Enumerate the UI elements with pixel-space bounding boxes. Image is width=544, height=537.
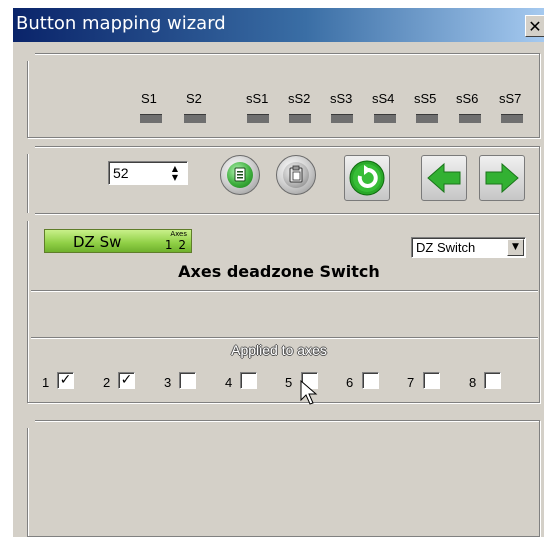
function-dropdown-value: DZ Switch [416,240,476,255]
spinner-value[interactable]: 52 [113,165,129,181]
arrow-right-icon [485,162,519,194]
function-axes-numbers: 1 2 [164,238,187,252]
bottom-empty-group [27,420,540,537]
shift-label: sS4 [372,91,395,106]
axis-checkbox[interactable]: ✓ [57,372,74,389]
shift-indicator [247,114,269,123]
title-bar[interactable]: Button mapping wizard ✕ [13,8,544,42]
close-button[interactable]: ✕ [525,15,544,37]
shift-indicator [140,114,162,123]
function-dropdown[interactable]: DZ Switch ▼ [411,237,526,258]
shift-label: sS6 [456,91,479,106]
shift-label: sS7 [499,91,522,106]
axis-checkbox[interactable] [423,372,440,389]
arrow-left-icon [427,162,461,194]
window-title: Button mapping wizard [16,13,226,34]
spinner-up-arrow-icon[interactable]: ▲ [169,164,181,173]
shift-label: sS5 [414,91,437,106]
close-icon: ✕ [528,16,542,36]
shift-indicator [416,114,438,123]
paste-icon [283,162,309,188]
chevron-down-icon[interactable]: ▼ [507,239,524,256]
shift-indicator [501,114,523,123]
paste-button[interactable] [276,155,316,195]
axis-number: 3 [164,375,172,390]
button-mapping-wizard-window: Button mapping wizard ✕ S1 S2 sS1 sS2 sS3 sS4… [12,8,544,537]
shift-indicator [459,114,481,123]
axis-checkbox[interactable] [484,372,501,389]
shift-label: sS2 [288,91,311,106]
divider [31,337,538,339]
shift-indicator [184,114,206,123]
axis-number: 2 [103,375,111,390]
button-number-spinner[interactable]: 52 ▲ ▼ [108,161,188,185]
mouse-cursor-icon [300,380,318,405]
spinner-down-arrow-icon[interactable]: ▼ [169,173,181,182]
shift-label: S1 [141,91,157,106]
axis-number: 1 [42,375,50,390]
shift-label: sS1 [246,91,269,106]
copy-icon [227,162,253,188]
function-axes-caption: Axes [170,230,187,238]
axis-number: 5 [285,375,293,390]
function-title: Axes deadzone Switch [178,262,380,281]
shift-label: sS3 [330,91,353,106]
function-button[interactable]: DZ Sw Axes 1 2 [44,229,192,253]
previous-button[interactable] [421,155,467,201]
reset-button[interactable] [344,155,390,201]
axis-checkbox[interactable] [362,372,379,389]
shift-indicator [374,114,396,123]
copy-button[interactable] [220,155,260,195]
axis-number: 7 [407,375,415,390]
axis-number: 6 [346,375,354,390]
divider [31,290,538,292]
applied-to-axes-label: Applied to axes [231,342,327,358]
axis-checkbox[interactable] [179,372,196,389]
axis-number: 8 [469,375,477,390]
shift-indicator [331,114,353,123]
axis-checkbox[interactable]: ✓ [118,372,135,389]
refresh-icon [349,160,385,196]
shift-indicator [289,114,311,123]
function-button-label: DZ Sw [73,233,122,251]
next-button[interactable] [479,155,525,201]
shift-label: S2 [186,91,202,106]
axis-number: 4 [225,375,233,390]
axis-checkbox[interactable] [240,372,257,389]
